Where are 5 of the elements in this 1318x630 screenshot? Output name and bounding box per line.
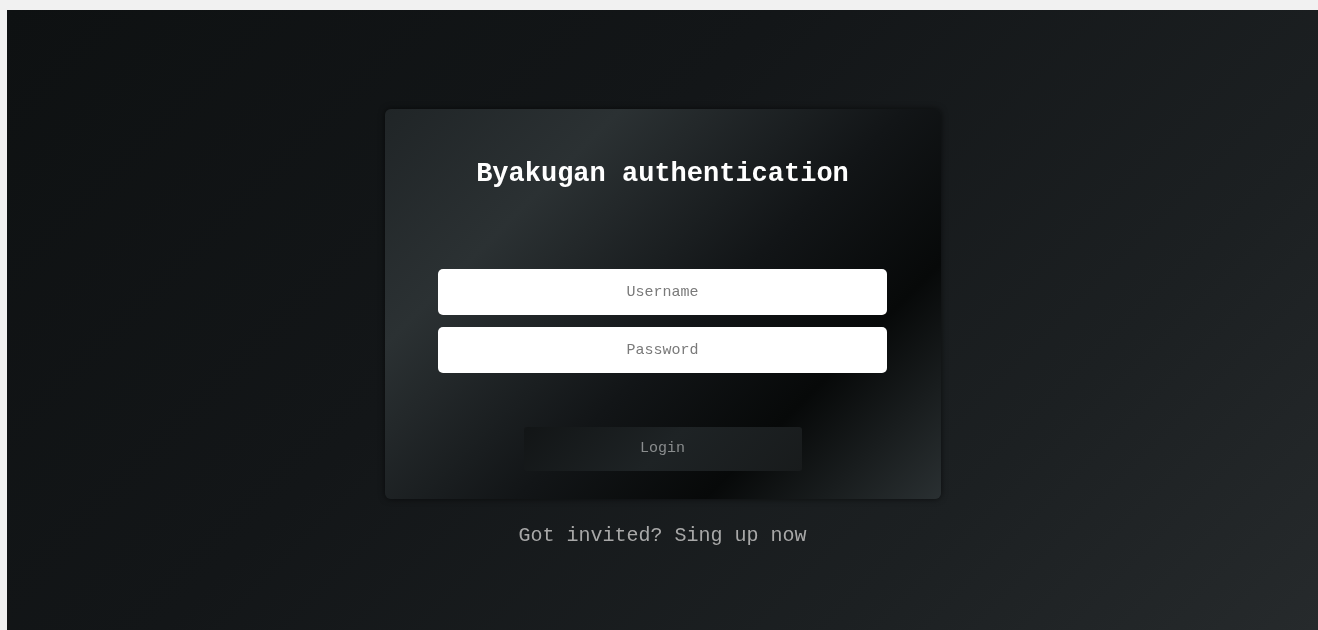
login-button[interactable]: Login bbox=[523, 427, 802, 471]
signup-link[interactable]: Got invited? Sing up now bbox=[518, 521, 807, 551]
input-field[interactable]: Password bbox=[438, 327, 887, 373]
card-title: Byakugan authentication bbox=[476, 158, 849, 191]
input-field[interactable]: Username bbox=[438, 269, 887, 315]
